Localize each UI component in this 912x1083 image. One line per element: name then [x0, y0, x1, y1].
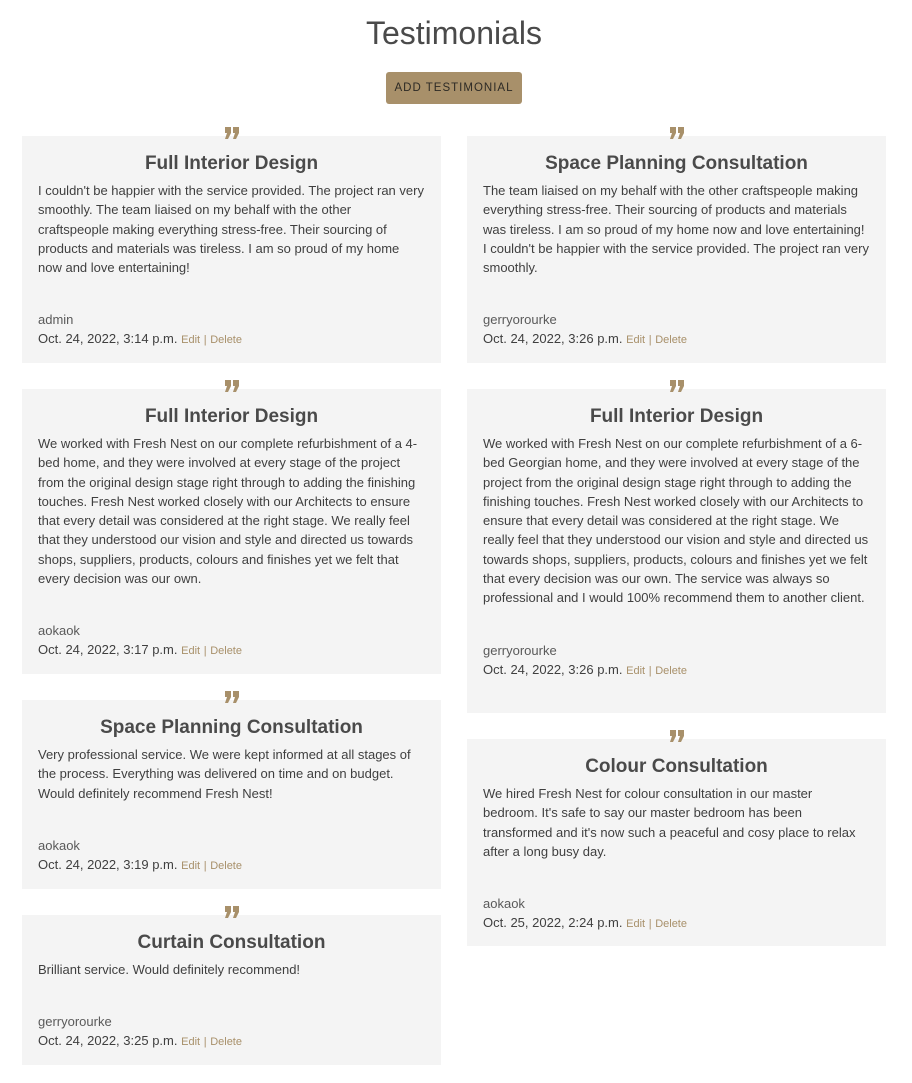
testimonial-author: aokaok	[483, 896, 525, 912]
testimonial-author: admin	[38, 312, 74, 328]
delete-link[interactable]: Delete	[655, 665, 687, 677]
testimonial-date: Oct. 24, 2022, 3:17 p.m.	[38, 642, 178, 658]
quote-icon	[467, 379, 886, 397]
testimonial-body: Brilliant service. Would definitely reco…	[38, 962, 301, 977]
link-separator: |	[648, 334, 652, 347]
delete-link[interactable]: Delete	[210, 860, 242, 872]
link-separator: |	[648, 918, 652, 931]
testimonial-card: Curtain Consultation Brilliant service. …	[22, 906, 441, 1065]
link-separator: |	[203, 645, 207, 658]
delete-link[interactable]: Delete	[210, 334, 242, 346]
testimonial-meta: Oct. 24, 2022, 3:25 p.m. Edit | Delete	[38, 1031, 425, 1052]
testimonial-card: Space Planning Consultation The team lia…	[467, 127, 886, 363]
testimonial-meta: Oct. 24, 2022, 3:17 p.m. Edit | Delete	[38, 640, 425, 661]
page-title: Testimonials	[365, 15, 543, 51]
delete-link[interactable]: Delete	[655, 334, 687, 346]
delete-link[interactable]: Delete	[210, 1036, 242, 1048]
testimonial-author: aokaok	[38, 837, 80, 853]
link-separator: |	[203, 334, 207, 347]
testimonial-body: We worked with Fresh Nest on our complet…	[483, 436, 869, 606]
testimonial-card: Full Interior Design We worked with Fres…	[22, 380, 441, 674]
testimonial-author: gerryorourke	[483, 312, 557, 328]
edit-link[interactable]: Edit	[181, 645, 200, 657]
edit-link[interactable]: Edit	[181, 1036, 200, 1048]
add-testimonial-button[interactable]: ADD TESTIMONIAL	[386, 72, 522, 104]
testimonial-body: I couldn't be happier with the service p…	[38, 183, 424, 276]
delete-link[interactable]: Delete	[655, 918, 687, 930]
testimonial-body: We hired Fresh Nest for colour consultat…	[483, 786, 856, 859]
link-separator: |	[203, 859, 207, 872]
testimonial-date: Oct. 25, 2022, 2:24 p.m.	[483, 915, 623, 931]
edit-link[interactable]: Edit	[181, 334, 200, 346]
testimonial-author: gerryorourke	[483, 642, 557, 658]
testimonial-author: gerryorourke	[38, 1014, 112, 1030]
testimonial-date: Oct. 24, 2022, 3:19 p.m.	[38, 856, 178, 872]
testimonial-meta: Oct. 24, 2022, 3:26 p.m. Edit | Delete	[483, 660, 870, 681]
quote-icon	[467, 729, 886, 747]
testimonial-author: aokaok	[38, 623, 80, 639]
testimonial-meta: Oct. 24, 2022, 3:14 p.m. Edit | Delete	[38, 329, 425, 350]
quote-icon	[22, 126, 441, 144]
testimonial-date: Oct. 24, 2022, 3:26 p.m.	[483, 661, 623, 677]
delete-link[interactable]: Delete	[210, 645, 242, 657]
testimonials-page: Testimonials ADD TESTIMONIAL Full Interi…	[0, 0, 912, 1083]
testimonial-meta: Oct. 24, 2022, 3:26 p.m. Edit | Delete	[483, 329, 870, 350]
testimonial-body: Very professional service. We were kept …	[38, 747, 411, 801]
testimonial-date: Oct. 24, 2022, 3:26 p.m.	[483, 331, 623, 347]
edit-link[interactable]: Edit	[626, 334, 645, 346]
quote-icon	[22, 690, 441, 708]
testimonial-meta: Oct. 24, 2022, 3:19 p.m. Edit | Delete	[38, 855, 425, 876]
testimonial-date: Oct. 24, 2022, 3:14 p.m.	[38, 331, 178, 347]
edit-link[interactable]: Edit	[626, 665, 645, 677]
link-separator: |	[203, 1036, 207, 1049]
link-separator: |	[648, 664, 652, 677]
testimonial-meta: Oct. 25, 2022, 2:24 p.m. Edit | Delete	[483, 913, 870, 934]
edit-link[interactable]: Edit	[181, 860, 200, 872]
quote-icon	[22, 379, 441, 397]
testimonial-card: Full Interior Design I couldn't be happi…	[22, 127, 441, 363]
quote-icon	[467, 126, 886, 144]
testimonial-card: Colour Consultation We hired Fresh Nest …	[467, 730, 886, 946]
testimonial-body: The team liaised on my behalf with the o…	[483, 183, 869, 276]
quote-icon	[22, 905, 441, 923]
testimonial-card: Space Planning Consultation Very profess…	[22, 691, 441, 889]
testimonial-body: We worked with Fresh Nest on our complet…	[38, 436, 418, 587]
edit-link[interactable]: Edit	[626, 918, 645, 930]
testimonial-date: Oct. 24, 2022, 3:25 p.m.	[38, 1033, 178, 1049]
testimonial-card: Full Interior Design We worked with Fres…	[467, 380, 886, 713]
